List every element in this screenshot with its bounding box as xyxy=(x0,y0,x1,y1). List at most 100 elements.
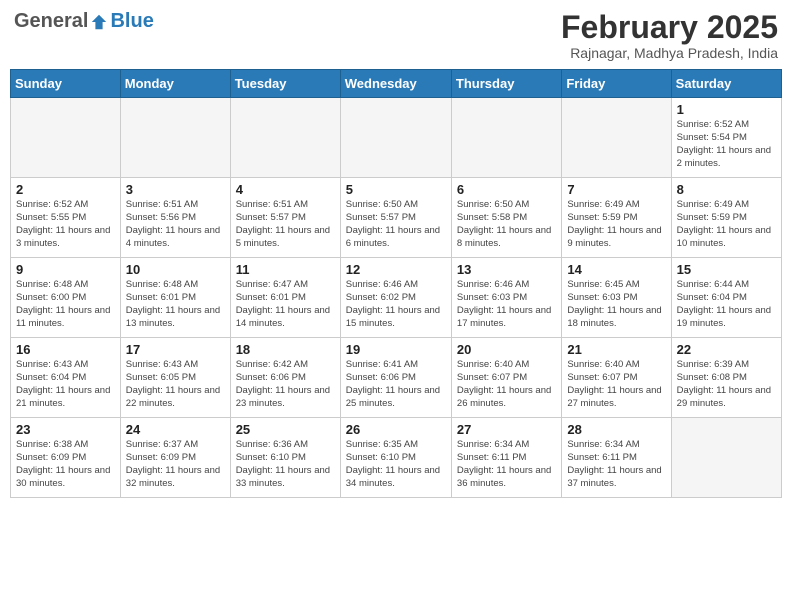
calendar-cell: 6 Sunrise: 6:50 AM Sunset: 5:58 PM Daylig… xyxy=(451,178,561,258)
calendar-cell: 14 Sunrise: 6:45 AM Sunset: 6:03 PM Dayli… xyxy=(562,258,671,338)
day-number: 10 xyxy=(126,262,225,277)
day-info: Sunrise: 6:51 AM Sunset: 5:56 PM Dayligh… xyxy=(126,199,225,250)
day-info: Sunrise: 6:52 AM Sunset: 5:55 PM Dayligh… xyxy=(16,199,115,250)
day-info: Sunrise: 6:41 AM Sunset: 6:06 PM Dayligh… xyxy=(346,359,446,410)
calendar-cell: 21Sunrise: 6:40 AM Sunset: 6:07 PM Dayli… xyxy=(562,338,671,418)
weekday-header-tuesday: Tuesday xyxy=(230,70,340,98)
week-row-2: 9Sunrise: 6:48 AM Sunset: 6:00 PM Daylig… xyxy=(11,258,782,338)
day-info: Sunrise: 6:40 AM Sunset: 6:07 PM Dayligh… xyxy=(457,359,556,410)
calendar-cell: 12 Sunrise: 6:46 AM Sunset: 6:02 PM Dayli… xyxy=(340,258,451,338)
day-info: Sunrise: 6:38 AM Sunset: 6:09 PM Dayligh… xyxy=(16,439,115,490)
calendar-cell: 19 Sunrise: 6:41 AM Sunset: 6:06 PM Dayli… xyxy=(340,338,451,418)
calendar-cell: 18 Sunrise: 6:42 AM Sunset: 6:06 PM Dayli… xyxy=(230,338,340,418)
day-number: 18 xyxy=(236,342,335,357)
day-info: Sunrise: 6:34 AM Sunset: 6:11 PM Dayligh… xyxy=(457,439,556,490)
weekday-header-friday: Friday xyxy=(562,70,671,98)
day-info: Sunrise: 6:46 AM Sunset: 6:02 PM Dayligh… xyxy=(346,279,446,330)
calendar-table: SundayMondayTuesdayWednesdayThursdayFrid… xyxy=(10,69,782,498)
calendar-cell: 20 Sunrise: 6:40 AM Sunset: 6:07 PM Dayli… xyxy=(451,338,561,418)
day-info: Sunrise: 6:37 AM Sunset: 6:09 PM Dayligh… xyxy=(126,439,225,490)
day-info: Sunrise: 6:39 AM Sunset: 6:08 PM Dayligh… xyxy=(677,359,776,410)
calendar-cell: 24 Sunrise: 6:37 AM Sunset: 6:09 PM Dayli… xyxy=(120,418,230,498)
weekday-header-wednesday: Wednesday xyxy=(340,70,451,98)
day-number: 8 xyxy=(677,182,776,197)
day-number: 12 xyxy=(346,262,446,277)
weekday-header-thursday: Thursday xyxy=(451,70,561,98)
day-number: 13 xyxy=(457,262,556,277)
calendar-cell: 13 Sunrise: 6:46 AM Sunset: 6:03 PM Dayli… xyxy=(451,258,561,338)
day-number: 28 xyxy=(567,422,665,437)
calendar-cell xyxy=(340,98,451,178)
week-row-1: 2 Sunrise: 6:52 AM Sunset: 5:55 PM Daylig… xyxy=(11,178,782,258)
calendar-cell: 23 Sunrise: 6:38 AM Sunset: 6:09 PM Dayli… xyxy=(11,418,121,498)
weekday-header-row: SundayMondayTuesdayWednesdayThursdayFrid… xyxy=(11,70,782,98)
day-info: Sunrise: 6:50 AM Sunset: 5:58 PM Dayligh… xyxy=(457,199,556,250)
calendar-cell: 15 Sunrise: 6:44 AM Sunset: 6:04 PM Dayli… xyxy=(671,258,781,338)
calendar-cell: 26 Sunrise: 6:35 AM Sunset: 6:10 PM Dayli… xyxy=(340,418,451,498)
calendar-cell: 25 Sunrise: 6:36 AM Sunset: 6:10 PM Dayli… xyxy=(230,418,340,498)
day-info: Sunrise: 6:35 AM Sunset: 6:10 PM Dayligh… xyxy=(346,439,446,490)
day-info: Sunrise: 6:46 AM Sunset: 6:03 PM Dayligh… xyxy=(457,279,556,330)
calendar-cell: 4Sunrise: 6:51 AM Sunset: 5:57 PM Daylig… xyxy=(230,178,340,258)
calendar-cell: 10 Sunrise: 6:48 AM Sunset: 6:01 PM Dayli… xyxy=(120,258,230,338)
calendar-cell: 2 Sunrise: 6:52 AM Sunset: 5:55 PM Daylig… xyxy=(11,178,121,258)
day-number: 16 xyxy=(16,342,115,357)
calendar-cell: 3 Sunrise: 6:51 AM Sunset: 5:56 PM Daylig… xyxy=(120,178,230,258)
day-info: Sunrise: 6:42 AM Sunset: 6:06 PM Dayligh… xyxy=(236,359,335,410)
calendar-cell xyxy=(451,98,561,178)
day-info: Sunrise: 6:43 AM Sunset: 6:05 PM Dayligh… xyxy=(126,359,225,410)
day-info: Sunrise: 6:36 AM Sunset: 6:10 PM Dayligh… xyxy=(236,439,335,490)
day-number: 15 xyxy=(677,262,776,277)
month-title: February 2025 xyxy=(561,10,778,45)
day-info: Sunrise: 6:50 AM Sunset: 5:57 PM Dayligh… xyxy=(346,199,446,250)
day-info: Sunrise: 6:49 AM Sunset: 5:59 PM Dayligh… xyxy=(567,199,665,250)
calendar-cell xyxy=(562,98,671,178)
day-number: 24 xyxy=(126,422,225,437)
day-number: 5 xyxy=(346,182,446,197)
day-info: Sunrise: 6:48 AM Sunset: 6:00 PM Dayligh… xyxy=(16,279,115,330)
day-info: Sunrise: 6:47 AM Sunset: 6:01 PM Dayligh… xyxy=(236,279,335,330)
logo-icon xyxy=(90,13,108,31)
day-number: 27 xyxy=(457,422,556,437)
day-number: 2 xyxy=(16,182,115,197)
day-info: Sunrise: 6:49 AM Sunset: 5:59 PM Dayligh… xyxy=(677,199,776,250)
calendar-cell xyxy=(671,418,781,498)
day-number: 25 xyxy=(236,422,335,437)
calendar-cell: 28 Sunrise: 6:34 AM Sunset: 6:11 PM Dayli… xyxy=(562,418,671,498)
day-info: Sunrise: 6:44 AM Sunset: 6:04 PM Dayligh… xyxy=(677,279,776,330)
day-number: 20 xyxy=(457,342,556,357)
day-number: 6 xyxy=(457,182,556,197)
logo: General Blue xyxy=(14,10,154,33)
calendar-cell: 1Sunrise: 6:52 AM Sunset: 5:54 PM Daylig… xyxy=(671,98,781,178)
day-number: 11 xyxy=(236,262,335,277)
week-row-0: 1Sunrise: 6:52 AM Sunset: 5:54 PM Daylig… xyxy=(11,98,782,178)
day-number: 14 xyxy=(567,262,665,277)
day-number: 23 xyxy=(16,422,115,437)
location-subtitle: Rajnagar, Madhya Pradesh, India xyxy=(561,45,778,61)
day-number: 3 xyxy=(126,182,225,197)
calendar-cell: 7 Sunrise: 6:49 AM Sunset: 5:59 PM Daylig… xyxy=(562,178,671,258)
day-number: 7 xyxy=(567,182,665,197)
calendar-cell: 16 Sunrise: 6:43 AM Sunset: 6:04 PM Dayli… xyxy=(11,338,121,418)
day-info: Sunrise: 6:34 AM Sunset: 6:11 PM Dayligh… xyxy=(567,439,665,490)
day-number: 21 xyxy=(567,342,665,357)
calendar-cell xyxy=(11,98,121,178)
title-area: February 2025 Rajnagar, Madhya Pradesh, … xyxy=(561,10,778,61)
page-header: General Blue February 2025 Rajnagar, Mad… xyxy=(10,10,782,61)
day-info: Sunrise: 6:48 AM Sunset: 6:01 PM Dayligh… xyxy=(126,279,225,330)
weekday-header-saturday: Saturday xyxy=(671,70,781,98)
day-number: 26 xyxy=(346,422,446,437)
weekday-header-monday: Monday xyxy=(120,70,230,98)
day-number: 19 xyxy=(346,342,446,357)
day-number: 22 xyxy=(677,342,776,357)
calendar-cell xyxy=(120,98,230,178)
calendar-cell: 27 Sunrise: 6:34 AM Sunset: 6:11 PM Dayli… xyxy=(451,418,561,498)
logo-blue-text: Blue xyxy=(110,10,153,33)
logo-general-text: General xyxy=(14,10,88,33)
calendar-cell xyxy=(230,98,340,178)
calendar-cell: 17Sunrise: 6:43 AM Sunset: 6:05 PM Dayli… xyxy=(120,338,230,418)
week-row-4: 23 Sunrise: 6:38 AM Sunset: 6:09 PM Dayli… xyxy=(11,418,782,498)
day-info: Sunrise: 6:43 AM Sunset: 6:04 PM Dayligh… xyxy=(16,359,115,410)
calendar-cell: 8 Sunrise: 6:49 AM Sunset: 5:59 PM Daylig… xyxy=(671,178,781,258)
day-info: Sunrise: 6:45 AM Sunset: 6:03 PM Dayligh… xyxy=(567,279,665,330)
